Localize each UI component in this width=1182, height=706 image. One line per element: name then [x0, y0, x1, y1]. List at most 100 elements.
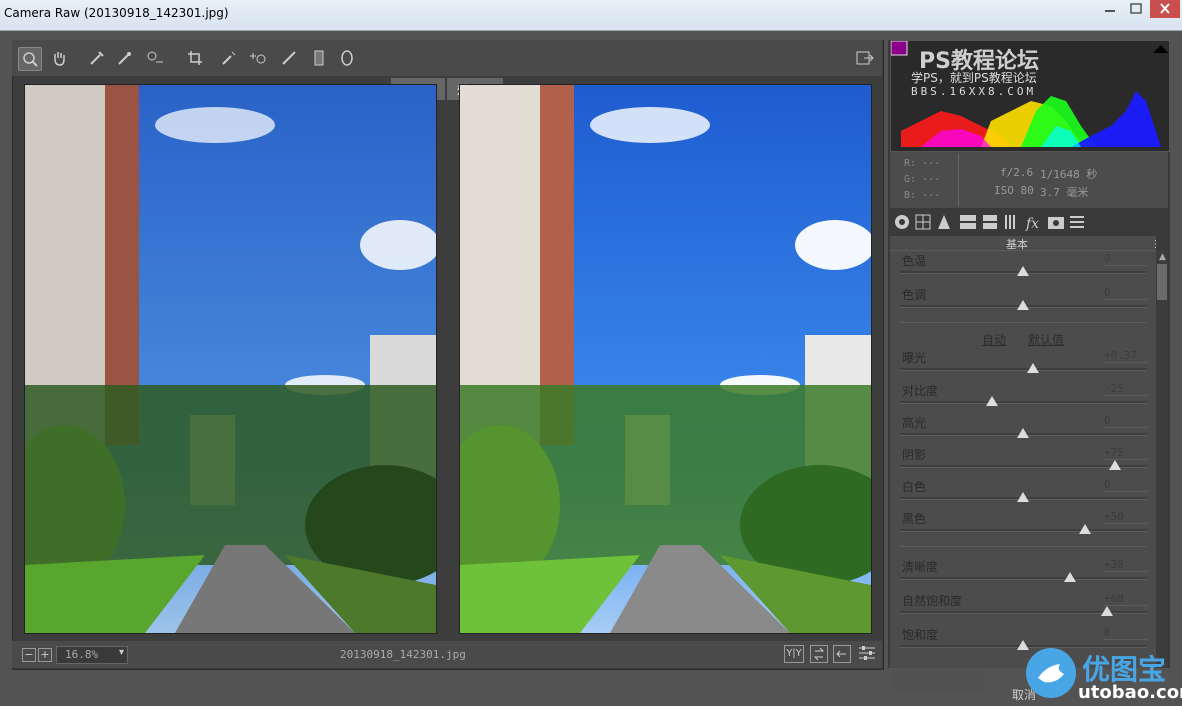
red-eye-icon[interactable] — [248, 47, 270, 69]
hand-icon[interactable] — [48, 47, 70, 69]
slider-value-input[interactable]: 0 — [1104, 414, 1148, 428]
slider-label: 白色 — [902, 480, 927, 494]
watermark-subtitle: 学PS，就到PS教程论坛 — [911, 71, 1037, 85]
panel-scrollbar[interactable]: ▲ — [1156, 250, 1168, 668]
maximize-button[interactable] — [1124, 0, 1148, 18]
chevron-down-icon: ▾ — [118, 647, 124, 658]
watermark-url: BBS.16XX8.COM — [911, 85, 1037, 98]
svg-text:fx: fx — [1025, 216, 1039, 232]
slider-thumb[interactable] — [1100, 606, 1113, 616]
before-image — [24, 84, 437, 634]
focal-value: 3.7 毫米 — [1040, 186, 1089, 199]
g-readout: G: --- — [904, 174, 941, 185]
camera-info: R: --- G: --- B: --- f/2.6 1/1648 秒 ISO … — [890, 152, 1168, 208]
open-preferences-icon[interactable] — [854, 47, 876, 69]
slider-value-input[interactable]: +75 — [1104, 446, 1148, 460]
slider-thumb[interactable] — [1017, 266, 1029, 276]
slider-value-input[interactable]: 0 — [1104, 286, 1148, 300]
slider-thumb[interactable] — [1017, 492, 1029, 502]
aperture-value: f/2.6 — [1000, 166, 1034, 179]
slider-value-input[interactable]: +38 — [1104, 558, 1148, 572]
slider-label: 清晰度 — [902, 560, 939, 574]
default-link[interactable]: 默认值 — [1028, 331, 1064, 348]
slider-label: 阴影 — [902, 448, 927, 462]
section-title: 基本 — [1006, 238, 1028, 251]
auto-link[interactable]: 自动 — [982, 331, 1006, 348]
slider-thumb[interactable] — [1078, 524, 1091, 534]
basic-tab-icon — [895, 215, 909, 229]
zoom-out-button[interactable]: − — [22, 648, 36, 662]
logo-url: utobao.com — [1078, 682, 1182, 703]
close-button[interactable] — [1150, 0, 1180, 18]
settings-icon[interactable] — [858, 645, 876, 661]
slider-track[interactable] — [900, 529, 1146, 532]
slider-label: 对比度 — [902, 384, 939, 398]
slider-label: 自然饱和度 — [902, 594, 963, 608]
slider-value-input[interactable]: 0 — [1104, 478, 1148, 492]
radial-filter-icon[interactable] — [336, 47, 358, 69]
tool-bar — [12, 40, 882, 76]
after-image — [459, 84, 872, 634]
zoom-icon[interactable] — [18, 47, 42, 71]
slider-thumb[interactable] — [1063, 572, 1076, 582]
slider-label: 高光 — [902, 416, 927, 430]
slider-value-input[interactable]: 0 — [1104, 626, 1148, 640]
save-button[interactable] — [894, 670, 984, 690]
white-balance-icon[interactable] — [86, 47, 108, 69]
slider-value-input[interactable]: +50 — [1104, 510, 1148, 524]
panel-tabs: fx — [890, 210, 1168, 234]
swap-icon[interactable] — [810, 645, 828, 663]
camera-calibration-tab-icon — [1048, 217, 1064, 229]
slider-value-input[interactable]: -25 — [1104, 382, 1148, 396]
spot-removal-icon[interactable] — [218, 47, 240, 69]
scrollbar-thumb[interactable] — [1157, 264, 1167, 300]
shutter-value: 1/1648 秒 — [1040, 168, 1098, 181]
tone-curve-tab-icon — [915, 214, 931, 230]
section-divider — [900, 322, 1146, 323]
basic-panel: 基本 ☰ 色温0色调0曝光+0.37对比度-25高光0阴影+75白色0黑色+50… — [890, 236, 1156, 668]
minimize-button[interactable] — [1098, 0, 1122, 18]
r-readout: R: --- — [904, 158, 941, 169]
slider-label: 饱和度 — [902, 628, 939, 642]
slider-thumb[interactable] — [1017, 300, 1029, 310]
slider-track[interactable] — [900, 401, 1146, 404]
slider-value-input[interactable]: +68 — [1104, 592, 1148, 606]
histogram: PS教程论坛 学PS，就到PS教程论坛 BBS.16XX8.COM — [890, 40, 1170, 152]
filename-label: 20130918_142301.jpg — [340, 648, 466, 661]
slider-track[interactable] — [900, 577, 1146, 580]
effects-tab-icon: fx — [1025, 216, 1039, 232]
scroll-up-icon[interactable]: ▲ — [1159, 252, 1166, 262]
logo-bird-icon — [1026, 648, 1076, 698]
zoom-value: 16.8% — [65, 648, 99, 661]
graduated-filter-icon[interactable] — [308, 47, 330, 69]
slider-label: 色温 — [902, 254, 927, 268]
detail-tab-icon — [938, 215, 950, 229]
slider-label: 色调 — [902, 288, 927, 302]
adjustment-brush-icon[interactable] — [278, 47, 300, 69]
slider-label: 黑色 — [902, 512, 927, 526]
zoom-select[interactable]: 16.8% ▾ — [56, 646, 128, 664]
window-titlebar: Camera Raw (20130918_142301.jpg) — [0, 0, 1182, 31]
slider-thumb[interactable] — [986, 396, 999, 406]
section-divider — [900, 546, 1146, 547]
color-sampler-icon[interactable] — [114, 47, 136, 69]
iso-value: ISO 80 — [994, 184, 1034, 197]
targeted-adjust-icon[interactable] — [144, 47, 166, 69]
crop-icon[interactable] — [184, 47, 206, 69]
lens-tab-icon — [1005, 215, 1015, 229]
slider-label: 曝光 — [902, 351, 927, 365]
slider-thumb[interactable] — [1017, 428, 1029, 438]
slider-track[interactable] — [900, 368, 1146, 371]
b-readout: B: --- — [904, 190, 941, 201]
hsl-tab-icon — [960, 215, 976, 229]
view-mode-icon[interactable]: Y|Y — [784, 645, 804, 663]
slider-value-input[interactable]: +0.37 — [1104, 349, 1148, 363]
slider-value-input[interactable]: 0 — [1104, 252, 1148, 266]
split-toning-tab-icon — [983, 215, 997, 229]
slider-thumb[interactable] — [1109, 460, 1122, 470]
zoom-in-button[interactable]: + — [38, 648, 52, 662]
window-title: Camera Raw (20130918_142301.jpg) — [4, 6, 229, 20]
copy-settings-icon[interactable] — [833, 645, 851, 663]
presets-tab-icon — [1070, 216, 1084, 228]
slider-thumb[interactable] — [1026, 363, 1039, 373]
